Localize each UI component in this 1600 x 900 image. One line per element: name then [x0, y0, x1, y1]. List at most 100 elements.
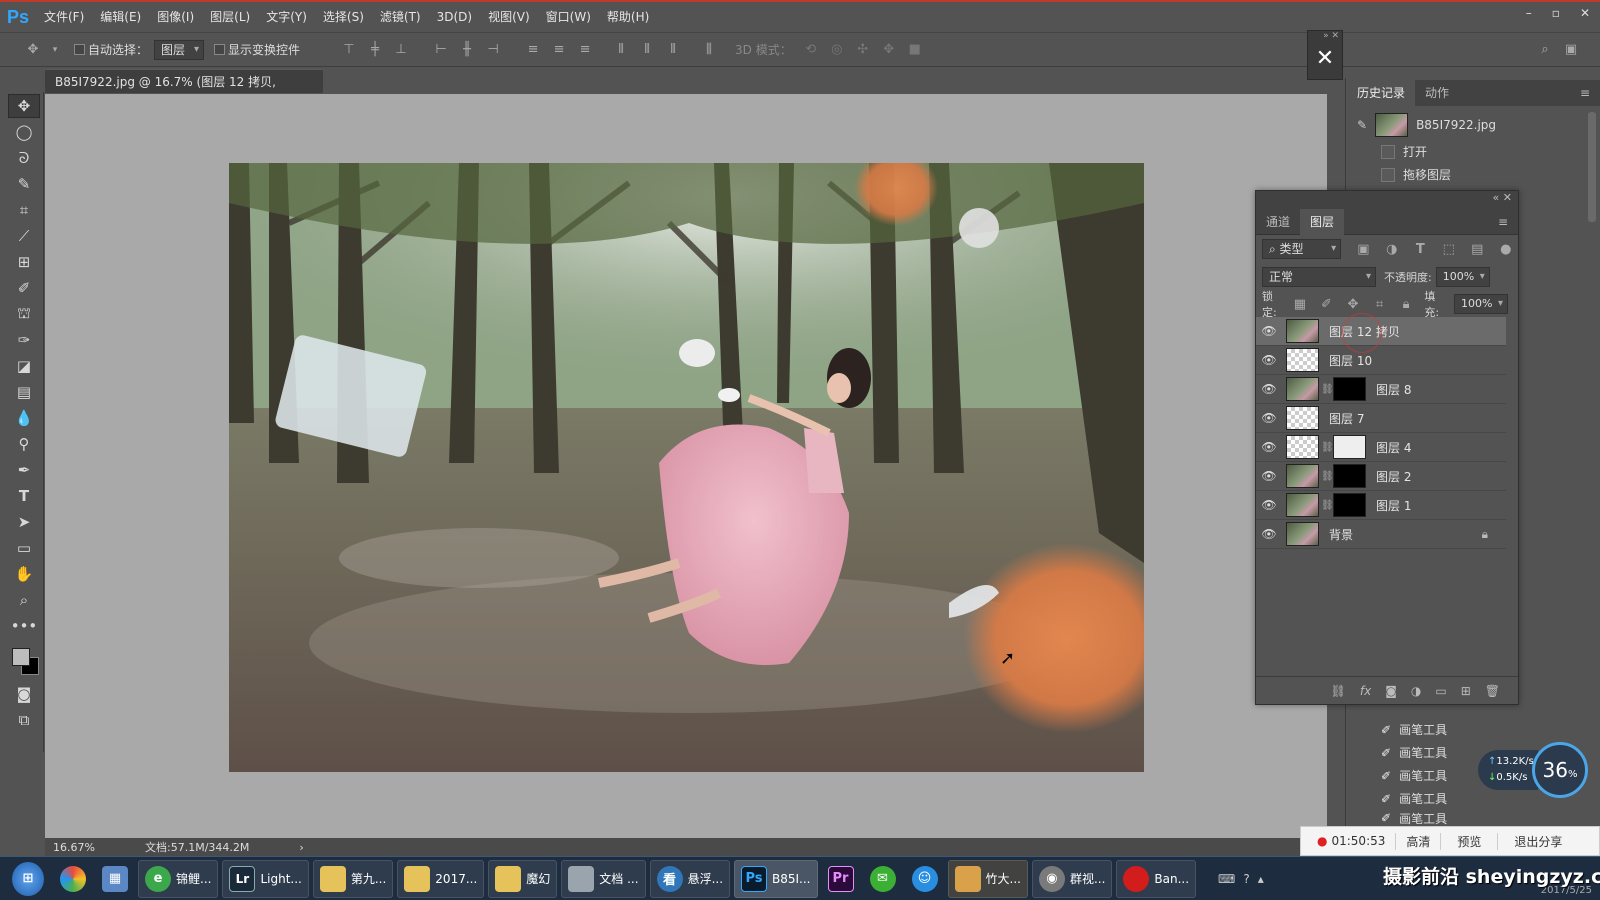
history-item[interactable]: ✐ 画笔工具: [1347, 787, 1497, 810]
layers-panel-header[interactable]: « ✕: [1256, 191, 1518, 209]
layer-row[interactable]: 👁︎ ⛓ 图层 8: [1256, 375, 1506, 404]
blur-icon[interactable]: 💧: [8, 406, 40, 430]
keyboard-icon[interactable]: ⌨: [1218, 872, 1235, 886]
auto-select-checkbox[interactable]: [74, 44, 85, 55]
taskbar-item-calculator[interactable]: ▦: [96, 860, 134, 898]
brush-icon[interactable]: ✐: [8, 276, 40, 300]
align-left-icon[interactable]: ⊢: [432, 41, 450, 59]
taskbar-item-video[interactable]: ◉ 群视...: [1031, 859, 1113, 898]
mask-link-icon[interactable]: ⛓: [1321, 442, 1334, 453]
move-tool-icon[interactable]: ✥: [8, 94, 40, 118]
distribute-top-icon[interactable]: ≡: [524, 41, 542, 59]
layer-row[interactable]: 👁︎ ⛓ 图层 1: [1256, 491, 1506, 520]
visibility-eye-icon[interactable]: 👁︎: [1256, 382, 1282, 396]
pen-icon[interactable]: ✒: [8, 458, 40, 482]
type-tool-icon[interactable]: T: [8, 484, 40, 508]
eyedropper-icon[interactable]: ⟋: [8, 224, 40, 248]
lock-transparent-icon[interactable]: ▦: [1292, 295, 1309, 313]
layer-row[interactable]: 👁︎ 背景 🔒︎: [1256, 520, 1506, 549]
layer-mask-thumbnail[interactable]: [1333, 464, 1366, 488]
opacity-input[interactable]: 100%: [1435, 267, 1490, 287]
mask-link-icon[interactable]: ⛓: [1321, 471, 1334, 482]
menu-file[interactable]: 文件(F): [36, 2, 92, 32]
tab-history[interactable]: 历史记录: [1347, 80, 1416, 106]
taskbar-item-colorful-app[interactable]: [54, 860, 92, 898]
show-transform-checkbox[interactable]: [214, 44, 226, 55]
distribute-left-icon[interactable]: ⫴: [612, 41, 630, 59]
history-snapshot[interactable]: ✎ B85I7922.jpg: [1347, 110, 1582, 140]
layer-row[interactable]: 👁︎ 图层 7: [1256, 404, 1506, 433]
mask-link-icon[interactable]: ⛓: [1321, 500, 1334, 511]
taskbar-item-viewer[interactable]: 看悬浮...: [649, 859, 731, 898]
history-item[interactable]: 拖移图层: [1347, 163, 1582, 186]
align-top-icon[interactable]: ⊤: [340, 41, 358, 59]
taskbar-item-folder[interactable]: 第九...: [312, 859, 394, 898]
close-button[interactable]: ✕: [1580, 6, 1590, 20]
taskbar-item-folder[interactable]: 2017...: [397, 859, 485, 898]
add-mask-icon[interactable]: ◙: [1385, 684, 1397, 698]
menu-edit[interactable]: 编辑(E): [92, 2, 149, 32]
visibility-eye-icon[interactable]: 👁︎: [1256, 353, 1282, 367]
elliptical-marquee-icon[interactable]: ◯: [8, 120, 40, 144]
history-scrollbar[interactable]: [1588, 112, 1596, 222]
menu-select[interactable]: 选择(S): [315, 2, 372, 32]
taskbar-item-premiere[interactable]: Pr: [822, 860, 860, 898]
auto-select-dropdown[interactable]: 图层: [154, 39, 205, 60]
taskbar-item-browser[interactable]: e 锦鲤...: [138, 859, 219, 898]
lock-pixels-icon[interactable]: ✐: [1318, 295, 1335, 313]
taskbar-item-folder[interactable]: 魔幻: [488, 859, 558, 898]
history-brush-icon[interactable]: ✑: [8, 328, 40, 352]
tab-actions[interactable]: 动作: [1415, 80, 1459, 106]
taskbar-item-avatar[interactable]: 竹大...: [947, 859, 1028, 898]
layers-panel-menu-icon[interactable]: ≡: [1488, 209, 1518, 235]
exit-share-button[interactable]: 退出分享: [1497, 832, 1578, 850]
distribute-bottom-icon[interactable]: ≡: [576, 41, 594, 59]
menu-layer[interactable]: 图层(L): [202, 2, 258, 32]
restore-button[interactable]: ▫: [1552, 6, 1560, 20]
link-layers-icon[interactable]: ⛓: [1331, 684, 1346, 698]
visibility-eye-icon[interactable]: 👁︎: [1256, 411, 1282, 425]
menu-window[interactable]: 窗口(W): [538, 2, 599, 32]
align-vcenter-icon[interactable]: ╪: [366, 41, 384, 59]
network-tray-icon[interactable]: ▴: [1258, 872, 1264, 886]
lock-artboard-icon[interactable]: ⌗: [1371, 295, 1388, 313]
taskbar-item-photoshop[interactable]: Ps B85I...: [734, 859, 818, 898]
document-tab[interactable]: B85I7922.jpg @ 16.7% (图层 12 拷贝, RGB/8) *…: [45, 69, 323, 113]
layer-row[interactable]: 👁︎ 图层 12 拷贝: [1256, 313, 1506, 353]
layer-style-fx-icon[interactable]: fx: [1360, 684, 1371, 698]
clone-stamp-icon[interactable]: ⛫: [8, 302, 40, 326]
menu-view[interactable]: 视图(V): [480, 2, 538, 32]
3d-pan-icon[interactable]: ✣: [854, 41, 872, 59]
history-item[interactable]: ✐ 画笔工具: [1347, 810, 1497, 826]
history-panel-menu-icon[interactable]: ≡: [1570, 80, 1600, 106]
layer-lock-icon[interactable]: 🔒︎: [1482, 527, 1488, 542]
menu-filter[interactable]: 滤镜(T): [372, 2, 429, 32]
align-right-icon[interactable]: ⊣: [484, 41, 502, 59]
screen-mode-icon[interactable]: ⧉: [8, 708, 40, 732]
layer-row[interactable]: 👁︎ ⛓ 图层 2: [1256, 462, 1506, 491]
filter-adjustment-icon[interactable]: ◑: [1384, 240, 1400, 258]
history-item[interactable]: ✐ 画笔工具: [1347, 764, 1497, 787]
more-tools-icon[interactable]: •••: [8, 614, 40, 638]
eraser-icon[interactable]: ◪: [8, 354, 40, 378]
preview-button[interactable]: 预览: [1440, 832, 1497, 850]
quick-select-icon[interactable]: ✎: [8, 172, 40, 196]
3d-slide-icon[interactable]: ✥: [880, 41, 898, 59]
taskbar-item-wechat[interactable]: ✉: [864, 860, 902, 898]
visibility-eye-icon[interactable]: 👁︎: [1256, 469, 1282, 483]
history-item[interactable]: 打开: [1347, 140, 1582, 163]
zoom-level[interactable]: 16.67%: [45, 841, 125, 854]
auto-align-icon[interactable]: ⫼: [700, 41, 718, 59]
filter-pixel-icon[interactable]: ▣: [1355, 240, 1371, 258]
taskbar-item-qq[interactable]: ☺: [906, 860, 944, 898]
document-canvas-image[interactable]: [229, 163, 1144, 772]
start-button[interactable]: ⊞: [6, 860, 50, 898]
dodge-icon[interactable]: ⚲: [8, 432, 40, 456]
visibility-eye-icon[interactable]: 👁︎: [1256, 527, 1282, 541]
distribute-hcenter-icon[interactable]: ⫴: [638, 41, 656, 59]
3d-orbit-icon[interactable]: ⟲: [802, 41, 820, 59]
visibility-eye-icon[interactable]: 👁︎: [1256, 440, 1282, 454]
minimize-button[interactable]: –: [1526, 6, 1532, 20]
rectangle-icon[interactable]: ▭: [8, 536, 40, 560]
lock-all-icon[interactable]: 🔒︎: [1398, 295, 1415, 313]
